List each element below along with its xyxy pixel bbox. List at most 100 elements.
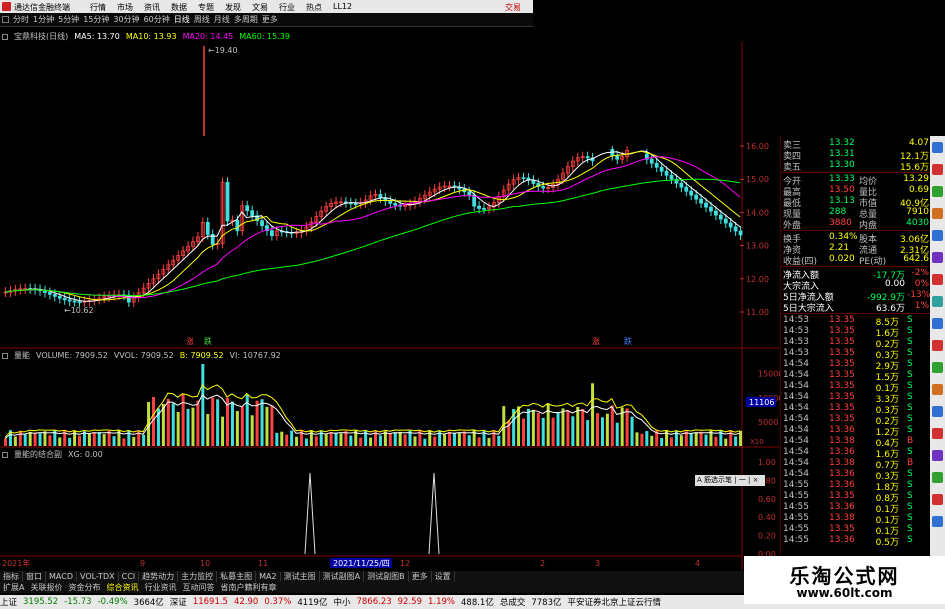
tick-time: 14:54 [783, 458, 809, 468]
info-tab[interactable]: 资金分布 [65, 582, 103, 593]
side-tool-icon[interactable] [932, 362, 943, 373]
toolbar-toggle-icon[interactable] [2, 16, 9, 23]
indicator-tab[interactable]: 测试主图 [281, 571, 320, 582]
quote-row: 14:54 13.38 0.7万 B [783, 458, 929, 471]
menu-item[interactable]: 市场 [117, 2, 144, 13]
indicator-tab[interactable]: 窗口 [23, 571, 46, 582]
menu-item[interactable]: 文易 [252, 2, 279, 13]
menu-item[interactable]: 数据 [171, 2, 198, 13]
side-tool-icon[interactable] [932, 274, 943, 285]
side-tool-icon[interactable] [932, 406, 943, 417]
period-10[interactable]: 更多 [260, 14, 280, 25]
stock-name: 宝鼎科技(日线) [14, 32, 69, 41]
info-tab[interactable]: 综合资讯 [103, 582, 141, 593]
status-item: 平安证券北京上证云行情 [567, 598, 662, 608]
indicator-tab[interactable]: 测试副图B [364, 571, 409, 582]
indicator-tab[interactable]: VOL-TDX [77, 572, 119, 581]
side-tool-icon[interactable] [932, 494, 943, 505]
side-tool-icon[interactable] [932, 164, 943, 175]
period-7[interactable]: 周线 [192, 14, 212, 25]
indicator-tab[interactable]: 指标 [0, 571, 23, 582]
trade-menu[interactable]: 交易 [505, 2, 521, 13]
menu-item[interactable]: 行业 [279, 2, 306, 13]
side-tool-icon[interactable] [932, 450, 943, 461]
indicator-tab[interactable]: CCI [119, 572, 140, 581]
volume-bar [211, 397, 215, 446]
signal-menu-icon[interactable] [2, 451, 8, 458]
info-tab[interactable]: 扩展A [0, 582, 27, 593]
volume-ma-line [4, 383, 741, 438]
volume-bar [196, 400, 200, 446]
volume-bar [295, 436, 299, 446]
volume-bar [487, 437, 491, 446]
volume-bar [378, 435, 382, 446]
menu-item[interactable]: LL12 [333, 2, 360, 13]
candle-body [245, 205, 250, 212]
period-8[interactable]: 月线 [212, 14, 232, 25]
period-5[interactable]: 60分钟 [142, 14, 172, 25]
volume-bar [132, 436, 136, 446]
side-tool-icon[interactable] [932, 516, 943, 527]
stat-value: 0.69 [908, 185, 929, 195]
period-4[interactable]: 30分钟 [111, 14, 141, 25]
side-tool-icon[interactable] [932, 142, 943, 153]
menu-item[interactable]: 专题 [198, 2, 225, 13]
volume-bar [556, 411, 560, 446]
period-2[interactable]: 5分钟 [56, 14, 81, 25]
indicator-tab[interactable]: 更多 [409, 571, 432, 582]
tick-price: 13.35 [829, 326, 855, 336]
menu-item[interactable]: 资讯 [144, 2, 171, 13]
indicator-tab[interactable]: 趋势动力 [139, 571, 179, 582]
stat-value: 13.13 [829, 196, 855, 206]
info-tab[interactable]: 互动问答 [179, 582, 217, 593]
period-6[interactable]: 日线 [172, 14, 192, 25]
side-tool-icon[interactable] [932, 428, 943, 439]
volume-bar [73, 430, 77, 446]
volume-bar [566, 410, 570, 446]
volume-menu-icon[interactable] [2, 352, 8, 359]
info-tab[interactable]: 行业资讯 [141, 582, 179, 593]
side-tool-icon[interactable] [932, 296, 943, 307]
menu-item[interactable]: 发现 [225, 2, 252, 13]
info-tab[interactable]: 省南户籍利有章 [217, 582, 279, 593]
side-tool-icon[interactable] [932, 186, 943, 197]
quote-panel: 卖三 13.32 4.07 卖四 13.31 12.1万 卖五 13.30 15.6万 今开 13.… [780, 136, 931, 564]
period-9[interactable]: 多周期 [232, 14, 260, 25]
candle-body [541, 186, 546, 189]
filter-tooltip[interactable]: A 筋选示笔 | 一 | × [695, 475, 765, 486]
flow-pct: -13% [907, 290, 931, 300]
indicator-tab[interactable]: MACD [46, 572, 77, 581]
date-axis-mark: 10 [200, 559, 210, 568]
side-tool-icon[interactable] [932, 318, 943, 329]
indicator-tab[interactable]: 私募主图 [217, 571, 257, 582]
side-tool-icon[interactable] [932, 472, 943, 483]
period-3[interactable]: 15分钟 [81, 14, 111, 25]
volume-bar [309, 430, 313, 446]
menu-item[interactable]: 行情 [90, 2, 117, 13]
info-tab[interactable]: 关联报价 [27, 582, 65, 593]
period-0[interactable]: 分时 [11, 14, 31, 25]
side-tool-icon[interactable] [932, 252, 943, 263]
indicator-tab[interactable]: MA2 [256, 572, 281, 581]
price-tick: 15.00 [746, 175, 769, 184]
side-tool-icon[interactable] [932, 230, 943, 241]
indicator-tab[interactable]: 主力监控 [178, 571, 218, 582]
candle-body [378, 194, 383, 199]
candle-body [353, 203, 358, 206]
candle-body [733, 226, 738, 232]
menu-item[interactable]: 热点 [306, 2, 333, 13]
side-tool-icon[interactable] [932, 208, 943, 219]
indicator-tab[interactable]: 设置 [432, 571, 455, 582]
volume-bar [260, 399, 264, 446]
quote-row: 14:54 13.36 1.6万 S [783, 447, 929, 460]
side-tool-icon[interactable] [932, 340, 943, 351]
volume-bar [28, 431, 32, 446]
tick-direction: S [907, 513, 913, 523]
chart-menu-icon[interactable] [2, 33, 8, 40]
period-1[interactable]: 1分钟 [31, 14, 56, 25]
quote-row: 外盘 3880 内盘 4030 [783, 218, 929, 231]
side-tool-icon[interactable] [932, 384, 943, 395]
volume-bar [240, 406, 244, 446]
indicator-tab[interactable]: 测试副图A [320, 571, 365, 582]
high-label: ←19.40 [208, 46, 238, 55]
